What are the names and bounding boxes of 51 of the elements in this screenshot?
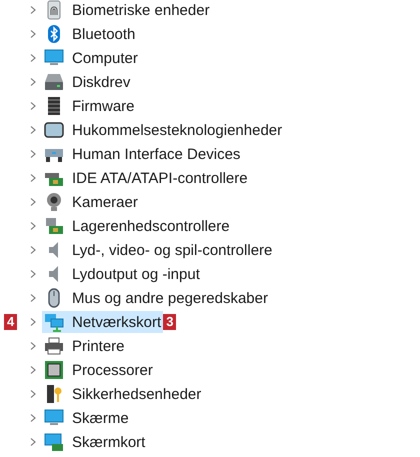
expand-chevron-icon[interactable] <box>28 245 38 255</box>
tree-item[interactable]: Kameraer <box>42 191 140 213</box>
expand-chevron-icon[interactable] <box>28 53 38 63</box>
expand-chevron-icon[interactable] <box>28 125 38 135</box>
expand-chevron-icon[interactable] <box>28 413 38 423</box>
tree-item[interactable]: Mus og andre pegeredskaber <box>42 287 270 309</box>
expand-chevron-icon[interactable] <box>28 293 38 303</box>
tree-item[interactable]: Lydoutput og -input <box>42 263 202 285</box>
expand-chevron-icon[interactable] <box>28 173 38 183</box>
tree-item[interactable]: Skærme <box>42 407 131 429</box>
expand-chevron-icon[interactable] <box>28 389 38 399</box>
drive-icon <box>44 72 64 92</box>
processor-icon <box>44 360 64 380</box>
expand-chevron-icon[interactable] <box>28 197 38 207</box>
monitor-icon <box>44 408 64 428</box>
tree-item[interactable]: Computer <box>42 47 140 69</box>
tree-item[interactable]: Biometriske enheder <box>42 0 212 21</box>
expand-chevron-icon[interactable] <box>28 77 38 87</box>
monitor-icon <box>44 48 64 68</box>
tree-item[interactable]: Lyd-, video- og spil-controllere <box>42 239 274 261</box>
callout-number: 3 <box>163 314 176 330</box>
display-adapter-icon <box>44 432 64 452</box>
tree-item[interactable]: Sikkerhedsenheder <box>42 383 204 405</box>
tree-item[interactable]: Printere <box>42 335 127 357</box>
tree-item[interactable]: Netværkskort <box>42 311 164 333</box>
expand-chevron-icon[interactable] <box>28 101 38 111</box>
expand-chevron-icon[interactable] <box>28 341 38 351</box>
expand-chevron-icon[interactable] <box>28 5 38 15</box>
expand-chevron-icon[interactable] <box>28 317 38 327</box>
printer-icon <box>44 336 64 356</box>
callout-number: 4 <box>4 314 18 330</box>
network-icon <box>44 312 64 332</box>
tree-item[interactable]: Diskdrev <box>42 71 132 93</box>
expand-chevron-icon[interactable] <box>28 365 38 375</box>
tree-item[interactable]: Processorer <box>42 359 155 381</box>
storage-controller-icon <box>44 216 64 236</box>
expand-chevron-icon[interactable] <box>28 29 38 39</box>
expand-chevron-icon[interactable] <box>28 437 38 447</box>
tree-item[interactable]: Bluetooth <box>42 23 138 45</box>
tree-item[interactable]: Hukommelsesteknologienheder <box>42 119 284 141</box>
webcam-icon <box>44 192 64 212</box>
expand-chevron-icon[interactable] <box>28 269 38 279</box>
tree-item[interactable]: Skærmkort <box>42 431 148 453</box>
tree-item[interactable]: Firmware <box>42 95 136 117</box>
tree-item[interactable]: Human Interface Devices <box>42 143 242 165</box>
tree-item[interactable]: Lagerenhedscontrollere <box>42 215 232 237</box>
expand-chevron-icon[interactable] <box>28 149 38 159</box>
memory-icon <box>44 120 64 140</box>
security-key-icon <box>44 384 64 404</box>
tree-item[interactable]: IDE ATA/ATAPI-controllere <box>42 167 250 189</box>
expand-chevron-icon[interactable] <box>28 221 38 231</box>
